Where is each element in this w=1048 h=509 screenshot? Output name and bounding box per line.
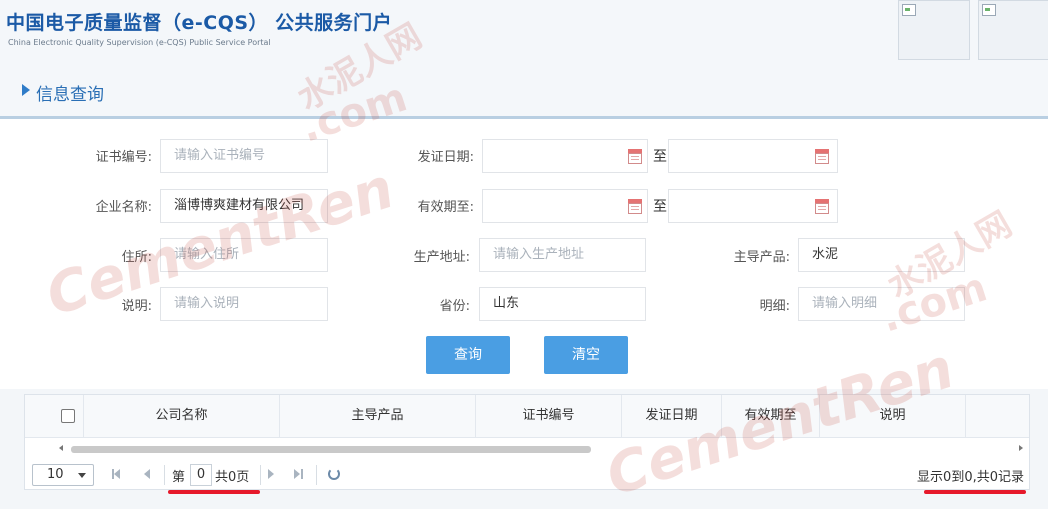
calendar-icon[interactable] bbox=[815, 199, 829, 214]
record-summary: 显示0到0,共0记录 bbox=[917, 470, 1024, 485]
broken-image-icon bbox=[978, 0, 1048, 60]
section-arrow-icon bbox=[22, 84, 30, 96]
page-size-value: 10 bbox=[47, 467, 64, 482]
column-header-filler bbox=[965, 395, 1029, 437]
column-header[interactable]: 公司名称 bbox=[83, 395, 279, 437]
issue-date-label: 发证日期: bbox=[417, 150, 474, 165]
last-page-icon[interactable] bbox=[294, 469, 300, 479]
issue-date-end-input[interactable] bbox=[668, 139, 838, 173]
calendar-icon[interactable] bbox=[815, 149, 829, 164]
pager-divider bbox=[316, 465, 317, 485]
company-input[interactable]: 淄博博爽建材有限公司 bbox=[160, 189, 328, 223]
table-header: 公司名称 主导产品 证书编号 发证日期 有效期至 说明 bbox=[25, 395, 1029, 438]
page-size-select[interactable]: 10 bbox=[32, 464, 94, 486]
column-header[interactable]: 证书编号 bbox=[475, 395, 621, 437]
portal-subtitle: China Electronic Quality Supervision (e-… bbox=[8, 38, 271, 47]
prev-page-icon[interactable] bbox=[144, 469, 150, 479]
column-header[interactable]: 主导产品 bbox=[279, 395, 475, 437]
valid-until-start-input[interactable] bbox=[482, 189, 648, 223]
prod-address-label: 生产地址: bbox=[413, 250, 470, 265]
calendar-icon[interactable] bbox=[628, 199, 642, 214]
chevron-down-icon bbox=[78, 473, 86, 478]
prod-address-input[interactable]: 请输入生产地址 bbox=[479, 238, 646, 272]
clear-button[interactable]: 清空 bbox=[544, 336, 628, 374]
horizontal-scrollbar[interactable] bbox=[25, 443, 1029, 455]
refresh-icon[interactable] bbox=[328, 468, 340, 480]
valid-until-to: 至 bbox=[653, 199, 667, 215]
pager-divider bbox=[260, 465, 261, 485]
column-header[interactable]: 发证日期 bbox=[621, 395, 721, 437]
scroll-left-icon[interactable] bbox=[59, 445, 63, 451]
desc-label: 说明: bbox=[121, 299, 152, 314]
last-page-bar bbox=[301, 469, 303, 479]
portal-header: 中国电子质量监督（e-CQS） 公共服务门户 China Electronic … bbox=[0, 0, 1048, 64]
cert-no-label: 证书编号: bbox=[95, 150, 152, 165]
section-title: 信息查询 bbox=[36, 85, 104, 105]
page-total: 共0页 bbox=[215, 470, 250, 485]
portal-title: 中国电子质量监督（e-CQS） 公共服务门户 bbox=[6, 12, 393, 34]
scrollbar-thumb[interactable] bbox=[71, 446, 591, 453]
company-label: 企业名称: bbox=[95, 200, 152, 215]
next-page-icon[interactable] bbox=[268, 469, 274, 479]
main-product-input[interactable]: 水泥 bbox=[798, 238, 965, 272]
broken-image-icon bbox=[898, 0, 970, 60]
calendar-icon[interactable] bbox=[628, 149, 642, 164]
pagination-bar: 10 第 0 共0页 显示0到0,共0记录 bbox=[24, 458, 1030, 492]
highlight-underline bbox=[168, 490, 260, 494]
detail-input[interactable]: 请输入明细 bbox=[798, 287, 965, 321]
search-button[interactable]: 查询 bbox=[426, 336, 510, 374]
valid-until-label: 有效期至: bbox=[417, 200, 474, 215]
valid-until-end-input[interactable] bbox=[668, 189, 838, 223]
address-input[interactable]: 请输入住所 bbox=[160, 238, 328, 272]
pager-divider bbox=[164, 465, 165, 485]
issue-date-start-input[interactable] bbox=[482, 139, 648, 173]
province-label: 省份: bbox=[439, 299, 470, 314]
scroll-right-icon[interactable] bbox=[1019, 445, 1023, 451]
province-input[interactable]: 山东 bbox=[479, 287, 646, 321]
page-prefix: 第 bbox=[172, 470, 186, 485]
issue-date-to: 至 bbox=[653, 149, 667, 165]
cert-no-input[interactable]: 请输入证书编号 bbox=[160, 139, 328, 173]
desc-input[interactable]: 请输入说明 bbox=[160, 287, 328, 321]
address-label: 住所: bbox=[121, 250, 152, 265]
section-bar bbox=[0, 64, 1048, 116]
column-header[interactable]: 有效期至 bbox=[721, 395, 819, 437]
detail-label: 明细: bbox=[759, 299, 790, 314]
main-product-label: 主导产品: bbox=[733, 250, 790, 265]
page-number-input[interactable]: 0 bbox=[190, 464, 212, 486]
highlight-underline bbox=[924, 490, 1026, 494]
select-all-checkbox[interactable] bbox=[61, 409, 75, 423]
first-page-icon[interactable] bbox=[114, 469, 120, 479]
column-header[interactable]: 说明 bbox=[819, 395, 965, 437]
